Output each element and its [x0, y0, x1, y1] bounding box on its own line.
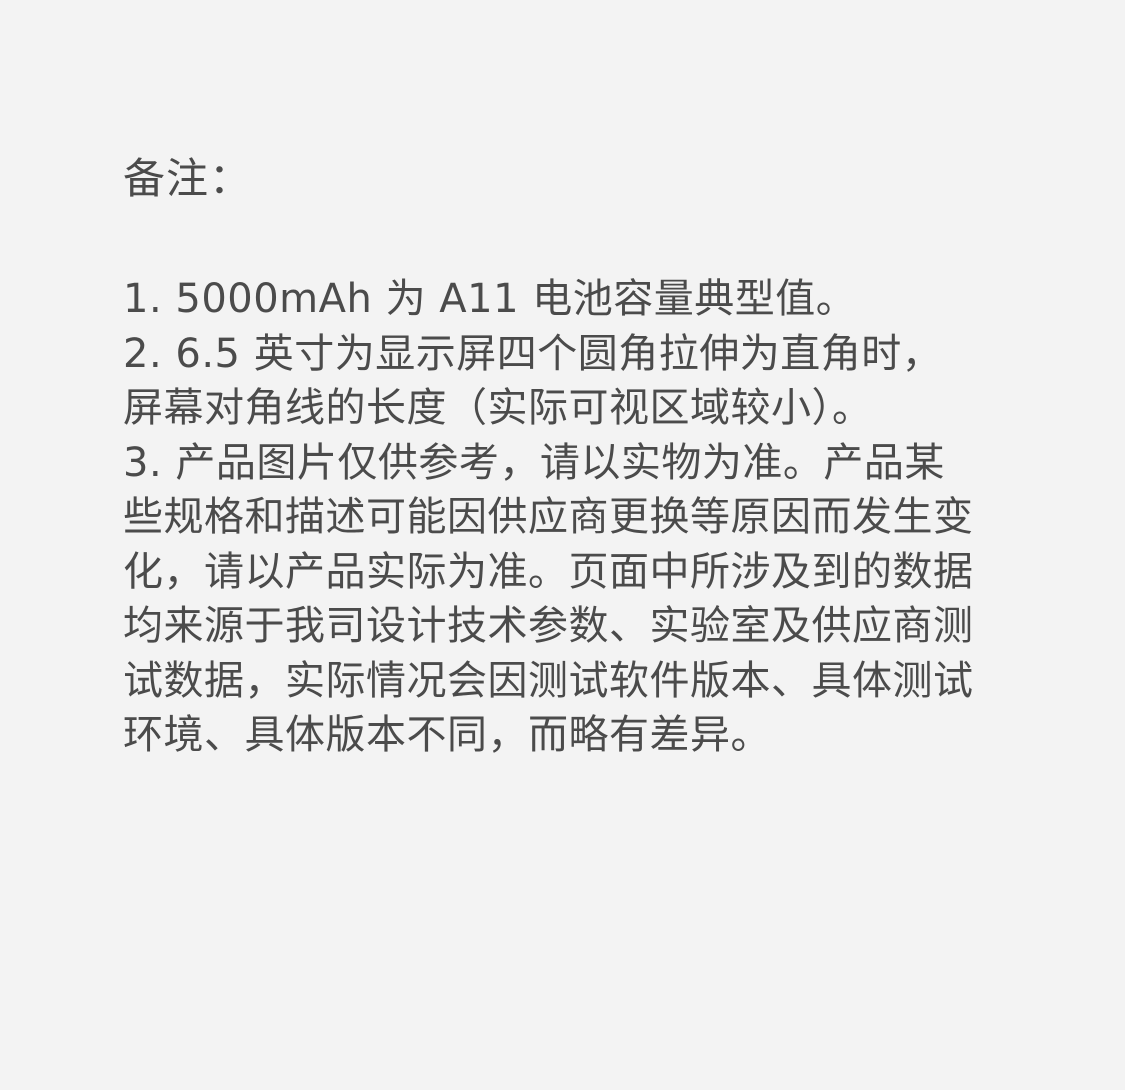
notes-section: 备注： 1. 5000mAh 为 A11 电池容量典型值。 2. 6.5 英寸为…: [123, 150, 1003, 763]
note-line: 化，请以产品实际为准。页面中所涉及到的数据: [123, 548, 974, 595]
note-line: 2. 6.5 英寸为显示屏四个圆角拉伸为直角时，: [123, 330, 943, 377]
note-line: 试数据，实际情况会因测试软件版本、具体测试: [123, 657, 974, 704]
note-line: 屏幕对角线的长度（实际可视区域较小）。: [123, 385, 873, 431]
notes-title: 备注：: [123, 154, 253, 203]
notes-list: 1. 5000mAh 为 A11 电池容量典型值。 2. 6.5 英寸为显示屏四…: [123, 272, 1003, 763]
note-line: 均来源于我司设计技术参数、实验室及供应商测: [123, 603, 974, 649]
note-line: 1. 5000mAh 为 A11 电池容量典型值。: [123, 276, 857, 322]
note-line: 些规格和描述可能因供应商更换等原因而发生变: [123, 494, 974, 540]
note-line: 环境、具体版本不同，而略有差异。: [123, 712, 771, 758]
note-line: 3. 产品图片仅供参考，请以实物为准。产品某: [123, 439, 945, 486]
